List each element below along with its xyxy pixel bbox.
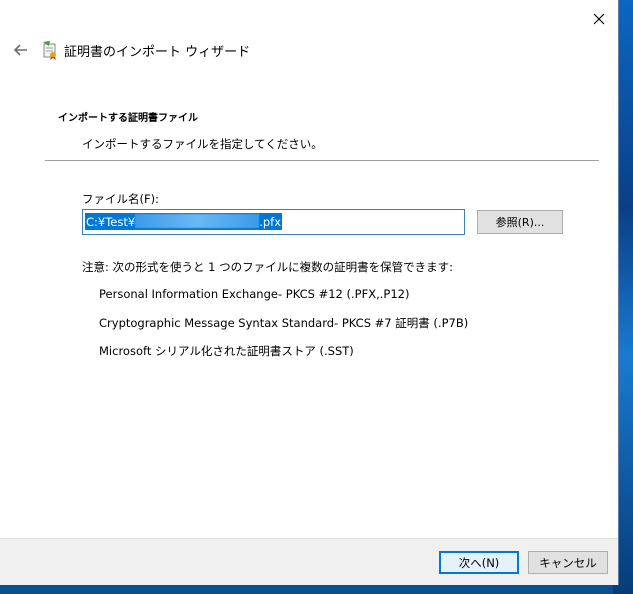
file-name-selection: C:¥Test¥ .pfx xyxy=(85,213,282,230)
cancel-button[interactable]: キャンセル xyxy=(528,551,608,574)
browse-button[interactable]: 参照(R)... xyxy=(477,210,563,234)
section-description: インポートするファイルを指定してください。 xyxy=(82,137,323,151)
file-name-input[interactable]: C:¥Test¥ .pfx xyxy=(82,209,465,235)
format-item-pkcs12: Personal Information Exchange- PKCS #12 … xyxy=(99,287,410,301)
file-name-suffix: .pfx xyxy=(259,215,281,229)
format-item-sst: Microsoft シリアル化された証明書ストア (.SST) xyxy=(99,344,354,358)
wizard-title: 証明書のインポート ウィザード xyxy=(64,45,251,60)
close-button[interactable] xyxy=(588,8,610,30)
header-divider xyxy=(45,160,599,161)
file-name-label: ファイル名(F): xyxy=(82,192,159,206)
close-icon xyxy=(593,13,605,25)
back-arrow-icon xyxy=(14,44,27,56)
redacted-filename xyxy=(135,214,260,228)
next-button[interactable]: 次へ(N) xyxy=(439,551,519,574)
back-button[interactable] xyxy=(10,39,32,61)
footer-bar: 次へ(N) キャンセル xyxy=(0,538,618,585)
formats-note: 注意: 次の形式を使うと 1 つのファイルに複数の証明書を保管できます: xyxy=(82,260,454,274)
certificate-wizard-icon xyxy=(43,41,56,60)
section-title: インポートする証明書ファイル xyxy=(58,113,198,124)
file-name-prefix: C:¥Test¥ xyxy=(86,215,136,229)
certificate-import-wizard-dialog: 証明書のインポート ウィザード インポートする証明書ファイル インポートするファ… xyxy=(0,0,619,585)
format-item-pkcs7: Cryptographic Message Syntax Standard- P… xyxy=(99,316,469,330)
